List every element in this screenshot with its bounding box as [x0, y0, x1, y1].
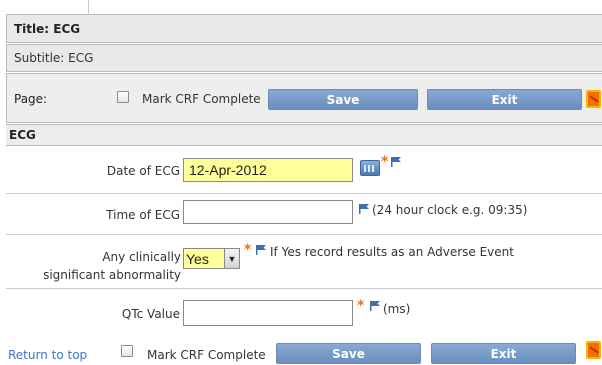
mark-crf-complete-checkbox[interactable] — [117, 91, 129, 103]
footer-save-button[interactable]: Save — [276, 343, 421, 364]
dropdown-arrow-icon[interactable]: ▼ — [224, 249, 239, 268]
footer-print-icon[interactable] — [586, 341, 601, 359]
required-asterisk: * — [381, 154, 389, 170]
form-title: Title: ECG — [14, 21, 81, 36]
abnormality-label-line2: significant abnormality — [43, 268, 181, 282]
row-divider — [6, 288, 602, 289]
print-icon[interactable] — [586, 90, 601, 108]
time-of-ecg-input[interactable] — [183, 200, 353, 224]
abnormality-selected-value: Yes — [186, 250, 209, 267]
flag-icon[interactable] — [390, 156, 402, 168]
abnormality-label-line1: Any clinically — [102, 250, 181, 264]
flag-icon[interactable] — [369, 300, 381, 312]
form-subtitle: Subtitle: ECG — [14, 51, 94, 65]
flag-icon[interactable] — [255, 244, 267, 256]
form-title-bar: Title: ECG — [6, 14, 602, 43]
adverse-event-note: If Yes record results as an Adverse Even… — [270, 245, 514, 259]
form-subtitle-bar: Subtitle: ECG — [6, 44, 602, 72]
required-asterisk: * — [244, 242, 252, 258]
save-button[interactable]: Save — [268, 89, 418, 110]
required-asterisk: * — [357, 298, 365, 314]
footer-mark-crf-complete-checkbox[interactable] — [121, 345, 133, 357]
time-format-note: (24 hour clock e.g. 09:35) — [372, 203, 528, 217]
footer-mark-crf-complete-label: Mark CRF Complete — [147, 348, 266, 362]
qtc-unit-note: (ms) — [383, 302, 411, 316]
row-divider — [6, 234, 602, 235]
date-of-ecg-label: Date of ECG — [106, 164, 180, 178]
page-label: Page: — [14, 92, 48, 106]
return-to-top-link[interactable]: Return to top — [8, 348, 87, 362]
page-controls-bar: Page: Mark CRF Complete Save Exit — [6, 73, 602, 123]
abnormality-select[interactable]: Yes ▼ — [183, 248, 240, 269]
time-of-ecg-label: Time of ECG — [106, 208, 180, 222]
row-divider — [6, 193, 602, 194]
top-strip — [0, 0, 602, 14]
column-divider — [88, 0, 89, 14]
footer-exit-button[interactable]: Exit — [431, 343, 576, 364]
calendar-icon[interactable] — [360, 160, 380, 176]
flag-icon[interactable] — [358, 203, 370, 215]
qtc-value-label: QTc Value — [121, 307, 180, 321]
section-title: ECG — [9, 128, 36, 142]
section-header: ECG — [6, 124, 602, 146]
date-of-ecg-input[interactable]: 12-Apr-2012 — [183, 158, 353, 182]
qtc-value-input[interactable] — [183, 300, 353, 326]
mark-crf-complete-label: Mark CRF Complete — [142, 92, 261, 106]
exit-button[interactable]: Exit — [427, 89, 582, 110]
